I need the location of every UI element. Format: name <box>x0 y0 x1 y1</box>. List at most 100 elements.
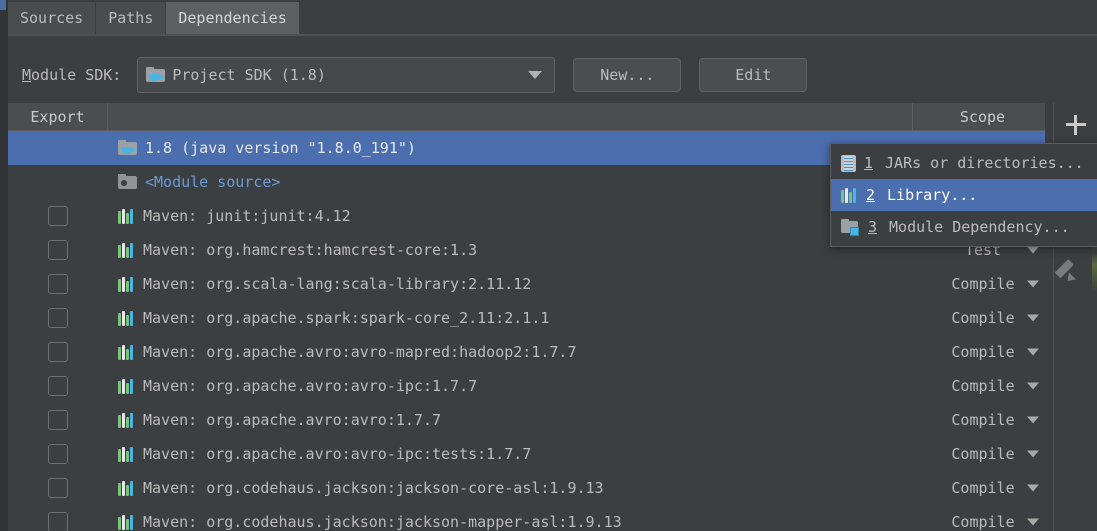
module-sdk-label: Module SDK: <box>22 66 121 84</box>
dependency-name-cell: Maven: org.hamcrest:hamcrest-core:1.3 <box>108 241 913 259</box>
export-cell <box>8 410 108 430</box>
menu-item-3-label: Module Dependency... <box>889 218 1070 236</box>
scope-cell[interactable]: Compile <box>913 513 1053 531</box>
chevron-down-icon[interactable] <box>1027 450 1039 458</box>
column-header-export[interactable]: Export <box>8 103 108 131</box>
dependency-name-label: Maven: org.apache.avro:avro-ipc:1.7.7 <box>143 377 478 395</box>
scope-cell[interactable]: Compile <box>913 343 1053 361</box>
column-header-scope[interactable]: Scope <box>913 103 1053 131</box>
menu-item-jars-or-directories[interactable]: 1 JARs or directories... <box>831 147 1097 179</box>
export-cell <box>8 240 108 260</box>
scope-cell[interactable]: Compile <box>913 275 1053 293</box>
export-checkbox[interactable] <box>48 410 68 430</box>
export-cell <box>8 512 108 531</box>
edit-dependency-button[interactable] <box>1054 249 1097 293</box>
jar-icon <box>841 154 856 172</box>
library-icon <box>118 344 135 360</box>
export-cell <box>8 308 108 328</box>
menu-item-2-label: Library... <box>887 186 978 204</box>
export-cell <box>8 342 108 362</box>
table-row[interactable]: Maven: org.apache.avro:avro-mapred:hadoo… <box>8 335 1053 369</box>
scope-cell[interactable]: Compile <box>913 309 1053 327</box>
scope-value: Compile <box>951 513 1015 531</box>
chevron-down-icon[interactable] <box>1027 348 1039 356</box>
tab-paths[interactable]: Paths <box>96 2 167 34</box>
library-icon <box>118 276 135 292</box>
menu-item-1-number: 1 <box>864 154 874 172</box>
module-sdk-value: Project SDK (1.8) <box>172 66 326 84</box>
module-sdk-combobox[interactable]: Project SDK (1.8) <box>137 57 556 93</box>
export-cell <box>8 444 108 464</box>
scope-value: Compile <box>951 343 1015 361</box>
chevron-down-icon[interactable] <box>1027 416 1039 424</box>
menu-item-1-label: JARs or directories... <box>885 154 1084 172</box>
scope-value: Compile <box>951 377 1015 395</box>
tab-sources[interactable]: Sources <box>8 2 97 34</box>
scope-value: Compile <box>951 275 1015 293</box>
dependency-name-label: Maven: org.apache.avro:avro-mapred:hadoo… <box>143 343 577 361</box>
menu-item-library[interactable]: 2 Library... <box>831 179 1097 211</box>
dependency-name-label: Maven: org.apache.avro:avro-ipc:tests:1.… <box>143 445 532 463</box>
export-checkbox[interactable] <box>48 512 68 531</box>
table-row[interactable]: Maven: org.codehaus.jackson:jackson-mapp… <box>8 505 1053 531</box>
dependency-name-label: Maven: org.codehaus.jackson:jackson-mapp… <box>143 513 622 531</box>
tab-dependencies[interactable]: Dependencies <box>166 2 300 34</box>
library-icon <box>118 378 135 394</box>
chevron-down-icon[interactable] <box>528 71 543 79</box>
scope-cell[interactable]: Compile <box>913 479 1053 497</box>
tab-paths-label: Paths <box>108 9 154 27</box>
tab-dependencies-label: Dependencies <box>178 9 287 27</box>
scope-cell[interactable]: Compile <box>913 445 1053 463</box>
export-checkbox[interactable] <box>48 240 68 260</box>
chevron-down-icon[interactable] <box>1027 280 1039 288</box>
export-cell <box>8 478 108 498</box>
table-row[interactable]: Maven: org.scala-lang:scala-library:2.11… <box>8 267 1053 301</box>
chevron-down-icon[interactable] <box>1027 314 1039 322</box>
export-checkbox[interactable] <box>48 478 68 498</box>
column-header-name[interactable] <box>108 103 913 131</box>
table-row[interactable]: Maven: org.apache.avro:avro:1.7.7 Compile <box>8 403 1053 437</box>
table-row[interactable]: Maven: org.codehaus.jackson:jackson-core… <box>8 471 1053 505</box>
edit-sdk-button[interactable]: Edit <box>699 58 808 92</box>
chevron-down-icon[interactable] <box>1027 382 1039 390</box>
dependency-name-label: 1.8 (java version "1.8.0_191") <box>145 139 416 157</box>
export-checkbox[interactable] <box>48 376 68 396</box>
left-gutter <box>0 0 8 531</box>
folder-java-icon <box>118 140 137 156</box>
library-icon <box>118 514 135 530</box>
folder-java-icon <box>146 67 166 83</box>
dependency-name-label: Maven: org.scala-lang:scala-library:2.11… <box>143 275 532 293</box>
dependency-name-cell: Maven: org.codehaus.jackson:jackson-core… <box>108 479 913 497</box>
table-row[interactable]: Maven: org.apache.spark:spark-core_2.11:… <box>8 301 1053 335</box>
chevron-down-icon[interactable] <box>1027 246 1039 254</box>
dependency-name-cell: Maven: org.apache.avro:avro-mapred:hadoo… <box>108 343 913 361</box>
dependency-name-label: Maven: org.apache.avro:avro:1.7.7 <box>143 411 442 429</box>
dependency-name-cell: Maven: org.apache.avro:avro:1.7.7 <box>108 411 913 429</box>
table-row[interactable]: Maven: org.apache.avro:avro-ipc:1.7.7 Com… <box>8 369 1053 403</box>
scope-cell[interactable]: Compile <box>913 411 1053 429</box>
export-cell <box>8 274 108 294</box>
table-header-row: Export Scope <box>8 103 1053 131</box>
export-checkbox[interactable] <box>48 342 68 362</box>
dependency-name-cell: Maven: org.apache.avro:avro-ipc:tests:1.… <box>108 445 913 463</box>
chevron-down-icon[interactable] <box>1027 484 1039 492</box>
chevron-down-icon[interactable] <box>1027 518 1039 526</box>
export-checkbox[interactable] <box>48 274 68 294</box>
dependency-name-label: Maven: org.apache.spark:spark-core_2.11:… <box>143 309 550 327</box>
scope-value: Compile <box>951 479 1015 497</box>
left-gutter-accent <box>0 0 6 10</box>
export-checkbox[interactable] <box>48 308 68 328</box>
menu-item-module-dependency[interactable]: 3 Module Dependency... <box>831 211 1097 243</box>
export-checkbox[interactable] <box>48 444 68 464</box>
dependency-name-label: <Module source> <box>145 173 281 191</box>
export-checkbox[interactable] <box>48 206 68 226</box>
new-sdk-button[interactable]: New... <box>573 58 682 92</box>
scope-cell[interactable]: Compile <box>913 377 1053 395</box>
add-dependency-button[interactable] <box>1054 103 1097 147</box>
table-row[interactable]: Maven: org.apache.avro:avro-ipc:tests:1.… <box>8 437 1053 471</box>
module-sdk-row: Module SDK: Project SDK (1.8) New... Edi… <box>22 56 808 94</box>
scope-value: Compile <box>951 411 1015 429</box>
plus-icon <box>1066 115 1086 135</box>
dependency-name-label: Maven: org.hamcrest:hamcrest-core:1.3 <box>143 241 478 259</box>
dependency-name-cell: Maven: junit:junit:4.12 <box>108 207 913 225</box>
